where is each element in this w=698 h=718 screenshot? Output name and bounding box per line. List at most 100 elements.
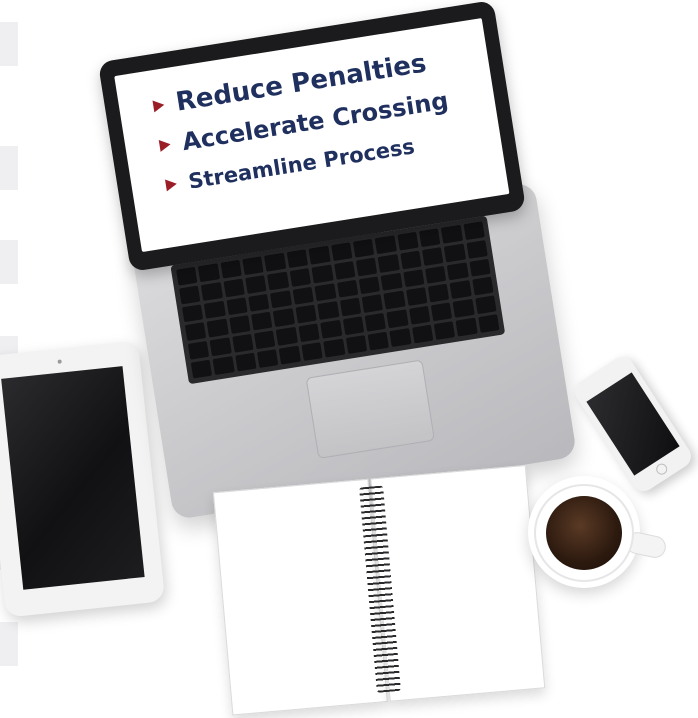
keyboard-key [339,298,362,317]
keyboard-key [198,263,220,282]
keyboard-key [301,342,323,361]
tablet [0,340,166,618]
keyboard-key [405,287,428,307]
keyboard-key [264,252,287,272]
keyboard-key [182,303,204,323]
coffee-cup [534,484,634,582]
keyboard-key [226,296,248,316]
keyboard-key [190,359,213,379]
keyboard-key [184,322,207,342]
right-triangle-icon [152,98,166,113]
keyboard-key [311,264,334,284]
keyboard-key [314,283,337,302]
keyboard-key [187,341,210,360]
keyboard-key [254,330,276,350]
keyboard-key [245,274,267,294]
laptop-trackpad [305,359,435,459]
coffee [546,496,622,570]
keyboard-key [466,239,488,259]
keyboard-key [449,280,472,300]
spiral-notebook [212,464,551,716]
right-triangle-icon [158,138,172,152]
keyboard-key [292,286,315,306]
keyboard-key [342,316,365,336]
keyboard-key [367,331,390,351]
keyboard-key [289,267,312,287]
home-button-icon [654,461,670,477]
keyboard-key [317,301,340,321]
keyboard-key [179,285,201,305]
keyboard-key [380,272,403,292]
keyboard-key [408,306,431,325]
keyboard-key [446,262,469,281]
edge-stripe [0,22,18,66]
keyboard-key [377,253,400,273]
smartphone-screen [586,372,680,476]
keyboard-key [345,335,367,354]
keyboard-key [295,305,317,324]
keyboard-key [477,314,500,333]
keyboard-key [474,295,497,315]
keyboard-key [336,279,359,299]
keyboard-key [220,259,242,279]
keyboard-key [399,250,422,270]
desk-scene: Reduce Penalties Accelerate Crossing Str… [0,0,698,718]
keyboard-key [441,224,463,244]
keyboard-key [361,294,384,314]
keyboard-key [267,271,289,291]
keyboard-key [411,324,434,344]
keyboard-key [176,266,198,286]
keyboard-key [234,352,257,372]
keyboard-key [323,338,345,358]
keyboard-key [286,249,309,268]
keyboard-key [330,242,353,261]
edge-stripe [0,240,18,284]
keyboard-key [386,309,409,329]
smartphone [570,352,696,496]
edge-stripe [0,622,18,666]
keyboard-key [201,281,223,301]
keyboard-key [455,317,478,337]
edge-stripe [0,146,18,190]
keyboard-key [232,334,254,353]
right-triangle-icon [165,177,178,192]
keyboard-key [204,300,226,320]
keyboard-key [469,258,491,278]
keyboard-key [472,277,494,296]
tablet-camera [57,359,62,364]
keyboard-key [333,260,356,280]
keyboard-key [308,245,331,265]
keyboard-key [421,246,444,266]
keyboard-key [279,345,301,365]
keyboard-key [298,323,320,343]
keyboard-key [355,257,378,277]
keyboard-key [419,228,441,247]
keyboard-key [212,356,235,375]
keyboard-key [452,299,475,318]
keyboard-key [433,321,456,340]
keyboard-key [276,327,298,346]
keyboard-key [242,256,264,275]
keyboard-key [209,337,232,357]
keyboard-key [463,221,485,240]
keyboard-key [248,293,270,313]
keyboard-key [358,276,381,295]
keyboard-key [364,313,387,332]
tablet-screen [1,366,145,590]
keyboard-key [352,238,375,258]
keyboard-key [389,328,412,347]
keyboard-key [257,349,279,368]
keyboard-key [273,308,295,328]
keyboard-key [444,243,466,263]
keyboard-key [270,290,292,309]
keyboard-key [402,269,425,288]
keyboard-key [207,319,229,338]
keyboard-key [229,315,251,335]
keyboard-key [427,284,450,303]
keyboard-key [424,265,447,285]
keyboard-key [223,278,245,298]
keyboard-key [374,235,397,254]
keyboard-key [320,320,342,339]
keyboard-key [251,312,273,331]
laptop-display: Reduce Penalties Accelerate Crossing Str… [114,18,510,253]
